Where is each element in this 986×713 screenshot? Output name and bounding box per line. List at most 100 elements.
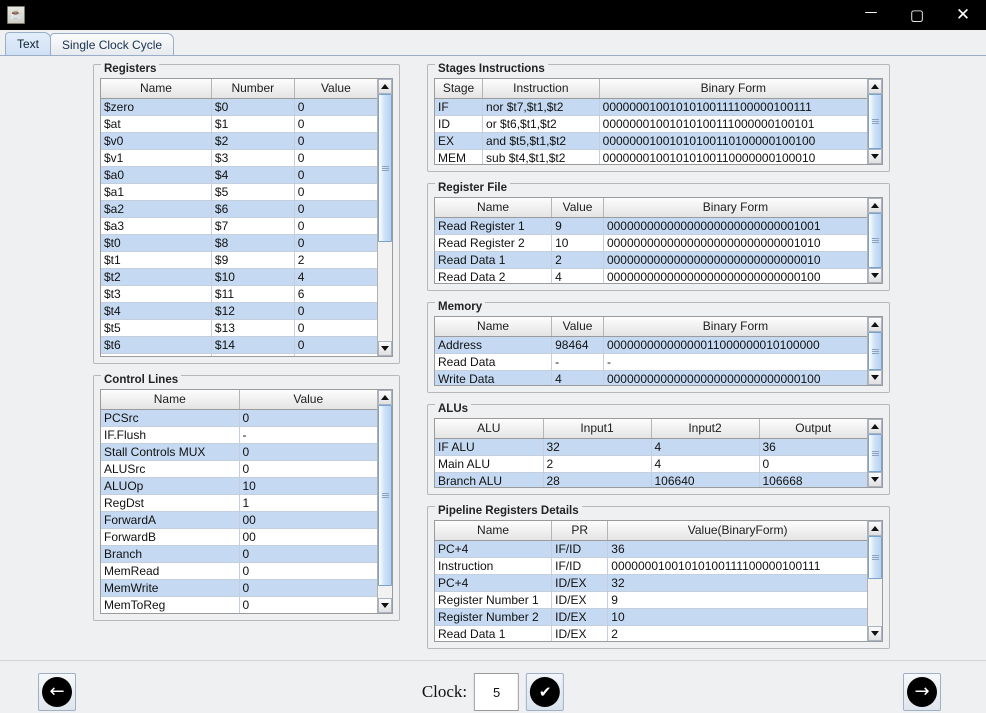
stages-col-stage[interactable]: Stage xyxy=(435,79,484,99)
alus-scrollbar[interactable] xyxy=(867,419,882,487)
scroll-up-icon[interactable] xyxy=(868,521,882,536)
table-row[interactable]: RegWrite1 xyxy=(101,613,377,614)
table-row[interactable]: Instruction IF/ID 000000010010101001111000… xyxy=(435,557,867,575)
registers-col-number[interactable]: Number xyxy=(211,79,295,99)
scroll-up-icon[interactable] xyxy=(868,317,882,332)
control-lines-col-name[interactable]: Name xyxy=(101,390,240,410)
table-row[interactable]: MEM sub $t4,$t1,$t2 0000000100101010011000… xyxy=(435,149,867,164)
memory-scrollbar[interactable] xyxy=(867,317,882,385)
scrollbar-thumb[interactable] xyxy=(868,332,882,370)
table-row[interactable]: Main ALU 2 4 0 xyxy=(435,455,867,473)
table-row[interactable]: MemRead 0 xyxy=(101,562,377,580)
scrollbar-thumb[interactable] xyxy=(378,405,392,587)
scrollbar-thumb[interactable] xyxy=(868,536,882,580)
pipeline-col-pr[interactable]: PR xyxy=(551,521,609,541)
scrollbar-thumb[interactable] xyxy=(868,213,882,268)
table-row[interactable]: ALUOp 10 xyxy=(101,477,377,495)
scroll-up-icon[interactable] xyxy=(868,79,882,94)
alus-col-alu[interactable]: ALU xyxy=(435,419,544,439)
table-row[interactable]: $t1 $9 2 xyxy=(101,251,377,269)
scroll-up-icon[interactable] xyxy=(378,390,392,405)
memory-col-name[interactable]: Name xyxy=(435,317,553,337)
scrollbar-track[interactable] xyxy=(868,434,882,472)
table-row[interactable]: Register Number 2 ID/EX 10 xyxy=(435,608,867,626)
scroll-down-icon[interactable] xyxy=(868,626,882,641)
pipeline-registers-scrollbar[interactable] xyxy=(867,521,882,641)
stages-col-binary[interactable]: Binary Form xyxy=(599,79,867,99)
pipeline-col-name[interactable]: Name xyxy=(435,521,553,541)
control-lines-col-value[interactable]: Value xyxy=(239,390,377,410)
memory-col-binary[interactable]: Binary Form xyxy=(603,317,867,337)
table-row[interactable]: ForwardB 00 xyxy=(101,528,377,546)
scrollbar-track[interactable] xyxy=(378,405,392,598)
table-row[interactable]: Branch 0 xyxy=(101,545,377,563)
scroll-down-icon[interactable] xyxy=(868,472,882,487)
table-row[interactable]: $t6 $14 0 xyxy=(101,336,377,354)
scroll-up-icon[interactable] xyxy=(868,419,882,434)
table-row[interactable]: ALUSrc 0 xyxy=(101,460,377,478)
table-row[interactable]: PC+4 ID/EX 32 xyxy=(435,574,867,592)
table-row[interactable]: $v1 $3 0 xyxy=(101,149,377,167)
next-cycle-button[interactable]: → xyxy=(903,673,941,711)
table-row[interactable]: $t7$150 xyxy=(101,353,377,356)
scrollbar-track[interactable] xyxy=(868,536,882,626)
stages-col-instruction[interactable]: Instruction xyxy=(482,79,600,99)
table-row[interactable]: $zero $0 0 xyxy=(101,98,377,116)
table-row[interactable]: $a3 $7 0 xyxy=(101,217,377,235)
scrollbar-track[interactable] xyxy=(378,94,392,341)
table-row[interactable]: Read Data 1 2 0000000000000000000000000000… xyxy=(435,251,867,269)
table-row[interactable]: IF.Flush - xyxy=(101,426,377,444)
register-file-col-binary[interactable]: Binary Form xyxy=(603,198,867,218)
pipeline-col-value[interactable]: Value(BinaryForm) xyxy=(607,521,867,541)
table-row[interactable]: $a2 $6 0 xyxy=(101,200,377,218)
table-row[interactable]: IF ALU 32 4 36 xyxy=(435,438,867,456)
scrollbar-track[interactable] xyxy=(868,94,882,149)
tab-single-clock-cycle[interactable]: Single Clock Cycle xyxy=(50,33,175,55)
registers-scrollbar[interactable] xyxy=(377,79,392,356)
scroll-down-icon[interactable] xyxy=(868,268,882,283)
table-row[interactable]: ForwardA 00 xyxy=(101,511,377,529)
registers-col-name[interactable]: Name xyxy=(101,79,212,99)
register-file-col-name[interactable]: Name xyxy=(435,198,553,218)
scrollbar-track[interactable] xyxy=(868,213,882,268)
scroll-down-icon[interactable] xyxy=(868,370,882,385)
table-row[interactable]: $a1 $5 0 xyxy=(101,183,377,201)
table-row[interactable]: $a0 $4 0 xyxy=(101,166,377,184)
table-row[interactable]: Read Register 2 10 00000000000000000000000… xyxy=(435,234,867,252)
table-row[interactable]: MemWrite 0 xyxy=(101,579,377,597)
table-row[interactable]: Branch ALU 28 106640 106668 xyxy=(435,472,867,487)
previous-cycle-button[interactable]: ← xyxy=(38,673,76,711)
scrollbar-thumb[interactable] xyxy=(378,94,392,243)
scroll-down-icon[interactable] xyxy=(378,598,392,613)
table-row[interactable]: $t5 $13 0 xyxy=(101,319,377,337)
table-row[interactable]: EX and $t5,$t1,$t2 00000001001010100110100… xyxy=(435,132,867,150)
table-row[interactable]: Read Register 1 9 000000000000000000000000… xyxy=(435,217,867,235)
minimize-button[interactable]: — xyxy=(848,0,894,30)
clock-confirm-button[interactable]: ✔ xyxy=(526,673,565,711)
table-row[interactable]: $t4 $12 0 xyxy=(101,302,377,320)
memory-col-value[interactable]: Value xyxy=(551,317,604,337)
scroll-up-icon[interactable] xyxy=(378,79,392,94)
table-row[interactable]: $t2 $10 4 xyxy=(101,268,377,286)
scrollbar-thumb[interactable] xyxy=(868,434,882,472)
scrollbar-thumb[interactable] xyxy=(868,94,882,149)
table-row[interactable]: Read Data 2 4 0000000000000000000000000000… xyxy=(435,268,867,283)
control-lines-scrollbar[interactable] xyxy=(377,390,392,613)
table-row[interactable]: IF nor $t7,$t1,$t2 00000001001010100111100… xyxy=(435,98,867,116)
scroll-down-icon[interactable] xyxy=(378,341,392,356)
table-row[interactable]: $t3 $11 6 xyxy=(101,285,377,303)
clock-input[interactable]: 5 xyxy=(474,673,520,711)
table-row[interactable]: Register Number 1 ID/EX 9 xyxy=(435,591,867,609)
table-row[interactable]: MemToReg 0 xyxy=(101,596,377,613)
scroll-down-icon[interactable] xyxy=(868,149,882,164)
table-row[interactable]: Read Data - - xyxy=(435,353,867,371)
table-row[interactable]: RegDst 1 xyxy=(101,494,377,512)
tab-text[interactable]: Text xyxy=(5,32,52,55)
table-row[interactable]: PC+4 IF/ID 36 xyxy=(435,540,867,558)
stages-instructions-scrollbar[interactable] xyxy=(867,79,882,164)
alus-col-input1[interactable]: Input1 xyxy=(543,419,652,439)
close-button[interactable]: ✕ xyxy=(940,0,986,30)
alus-col-input2[interactable]: Input2 xyxy=(651,419,760,439)
maximize-button[interactable]: ▢ xyxy=(894,0,940,30)
table-row[interactable]: Address 98464 0000000000000001100000001010… xyxy=(435,336,867,354)
